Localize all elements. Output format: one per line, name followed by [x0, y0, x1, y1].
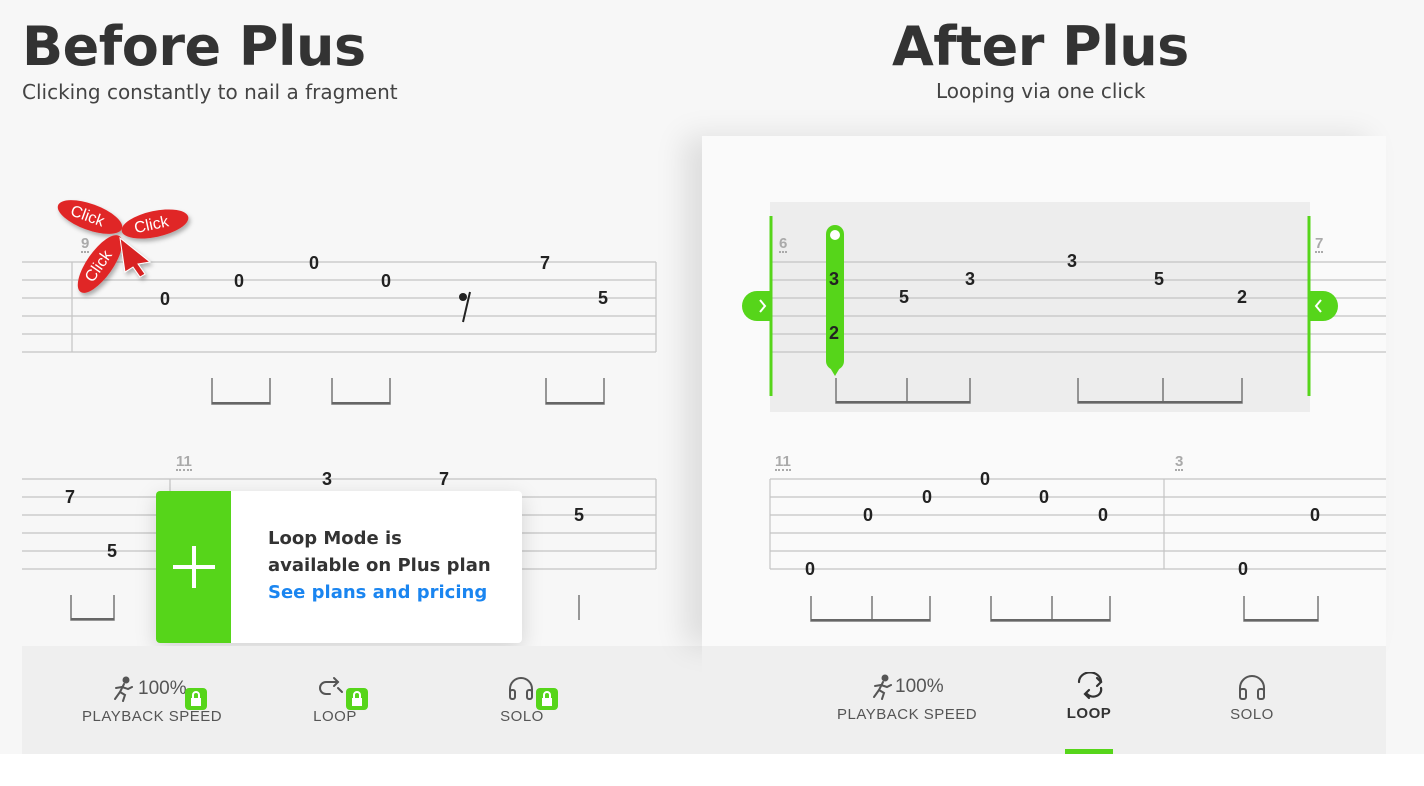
tab-note: 3	[1067, 251, 1078, 271]
tab-note: 5	[574, 505, 585, 525]
popup-message-line1: Loop Mode is	[268, 528, 402, 549]
headphones-icon	[1239, 675, 1265, 700]
tab-note: 5	[107, 541, 118, 561]
tab-note: 0	[805, 559, 816, 579]
after-toolbar: 100% PLAYBACK SPEED LOOP SOLO	[702, 646, 1386, 754]
tab-note: 7	[540, 253, 551, 273]
loop-label: LOOP	[1066, 705, 1112, 722]
plus-icon[interactable]	[156, 491, 231, 643]
tab-note: 2	[1237, 287, 1248, 307]
tab-note: 0	[234, 271, 245, 291]
after-title: After Plus	[892, 15, 1189, 78]
solo-button[interactable]: SOLO	[1210, 674, 1294, 723]
tab-note: 0	[1039, 487, 1050, 507]
lock-icon	[536, 688, 558, 710]
click-burst-graphic: Click Click Click	[57, 200, 189, 293]
playback-speed-button[interactable]: 100% PLAYBACK SPEED	[837, 674, 977, 723]
speed-value: 100%	[138, 678, 187, 699]
tab-note: 2	[829, 323, 840, 343]
running-person-icon	[873, 674, 892, 700]
solo-label: SOLO	[500, 708, 544, 725]
measure-number: 11	[176, 453, 192, 471]
tab-note: 0	[863, 505, 874, 525]
tab-note: 0	[1238, 559, 1249, 579]
loop-selection-region	[770, 202, 1310, 412]
upgrade-popup: Loop Mode is available on Plus plan See …	[156, 491, 522, 643]
tab-note: 0	[309, 253, 320, 273]
solo-label: SOLO	[1230, 706, 1274, 723]
measure-number: 11	[775, 453, 791, 471]
tab-note: 5	[899, 287, 910, 307]
playhead-cursor	[826, 225, 844, 376]
lock-icon	[185, 688, 207, 710]
solo-button[interactable]: SOLO	[482, 676, 562, 725]
loop-icon	[319, 677, 343, 695]
active-tab-indicator	[1065, 749, 1113, 754]
running-person-icon	[114, 676, 133, 702]
playback-speed-button[interactable]: 100% PLAYBACK SPEED	[82, 676, 222, 725]
tab-note: 3	[965, 269, 976, 289]
headphones-icon	[509, 677, 533, 700]
before-toolbar: 100% PLAYBACK SPEED LOOP SOLO	[22, 646, 702, 754]
playback-speed-label: PLAYBACK SPEED	[82, 708, 223, 725]
tab-note: 0	[922, 487, 933, 507]
tab-note: 3	[829, 269, 840, 289]
speed-value: 100%	[895, 676, 944, 697]
loop-button[interactable]: LOOP	[1047, 672, 1131, 722]
rest-symbol	[459, 291, 471, 323]
measure-number: 3	[1175, 453, 1184, 471]
loop-label: LOOP	[313, 708, 357, 725]
tab-note: 5	[1154, 269, 1165, 289]
loop-start-marker	[742, 216, 773, 396]
tab-note: 3	[322, 469, 333, 489]
tab-note: 5	[598, 288, 609, 308]
popup-message-line2: available on Plus plan	[268, 555, 491, 576]
plans-pricing-link[interactable]: See plans and pricing	[268, 579, 491, 606]
playback-speed-label: PLAYBACK SPEED	[837, 706, 978, 723]
tab-note: 0	[1310, 505, 1321, 525]
tab-note: 0	[381, 271, 392, 291]
tab-note: 0	[980, 469, 991, 489]
loop-button[interactable]: LOOP	[292, 676, 378, 725]
lock-icon	[346, 688, 368, 710]
after-subtitle: Looping via one click	[936, 79, 1146, 103]
tab-note: 7	[439, 469, 450, 489]
measure-number: 7	[1315, 235, 1324, 253]
tab-note: 7	[65, 487, 76, 507]
measure-number: 6	[779, 235, 788, 253]
loop-end-marker	[1307, 216, 1338, 396]
loop-icon	[1077, 672, 1103, 700]
tab-note: 0	[1098, 505, 1109, 525]
